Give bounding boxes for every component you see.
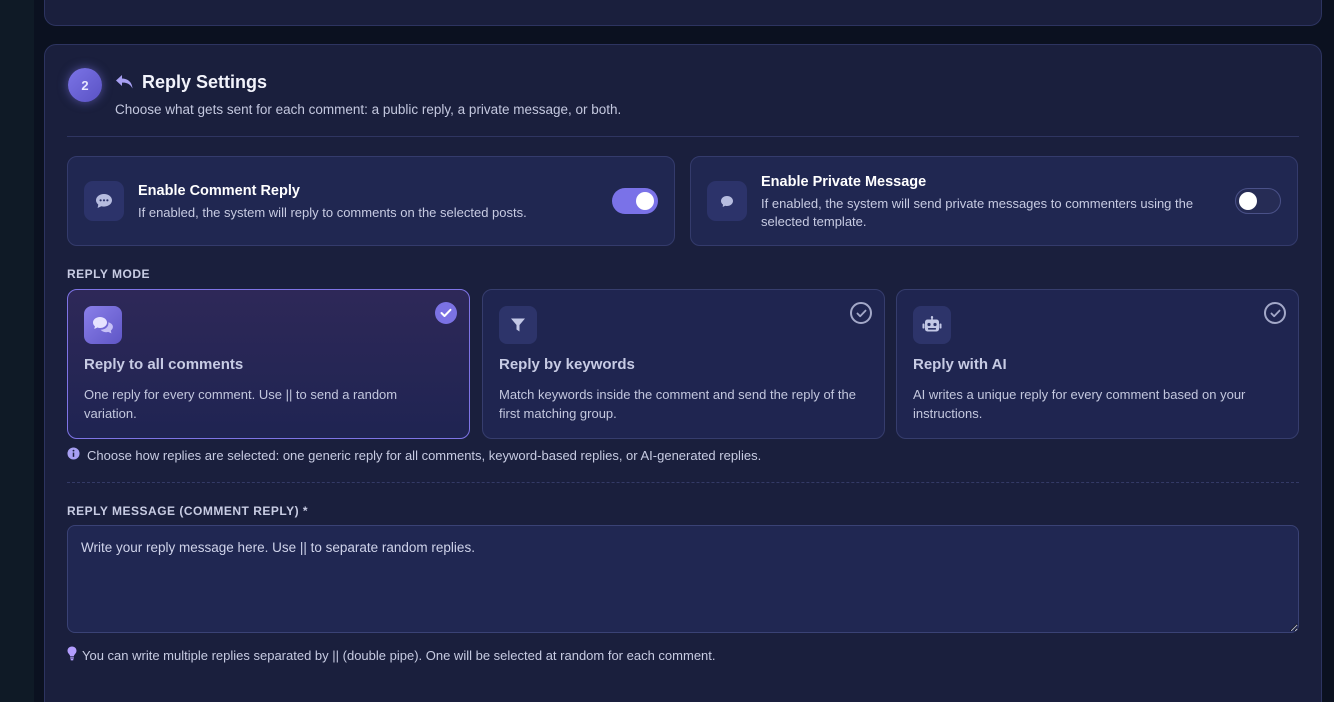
enable-comment-reply-card: Enable Comment Reply If enabled, the sys… <box>67 156 675 246</box>
section-title: Reply Settings <box>142 71 268 92</box>
mode-description: AI writes a unique reply for every comme… <box>913 387 1246 421</box>
mode-title: Reply with AI <box>913 356 1007 373</box>
reply-mode-keywords[interactable]: Reply by keywords Match keywords inside … <box>482 289 885 439</box>
reply-message-label: REPLY MESSAGE (COMMENT REPLY) * <box>67 504 309 518</box>
mode-description: Match keywords inside the comment and se… <box>499 387 856 421</box>
lightbulb-icon <box>67 646 77 664</box>
selected-check-icon <box>435 302 457 324</box>
comment-reply-toggle[interactable] <box>612 188 658 214</box>
hint-text: Choose how replies are selected: one gen… <box>87 447 762 463</box>
reply-message-textarea[interactable] <box>67 525 1299 633</box>
mode-title: Reply by keywords <box>499 356 635 373</box>
enable-private-message-card: Enable Private Message If enabled, the s… <box>690 156 1298 246</box>
mode-description: One reply for every comment. Use || to s… <box>84 387 398 421</box>
toggle-description: If enabled, the system will reply to com… <box>138 205 527 220</box>
reply-mode-hint: Choose how replies are selected: one gen… <box>67 447 761 463</box>
unselected-check-icon <box>850 302 872 324</box>
header-divider <box>67 136 1299 137</box>
toggle-title: Enable Private Message <box>761 174 927 190</box>
reply-message-hint: You can write multiple replies separated… <box>67 646 716 664</box>
reply-mode-all-comments[interactable]: Reply to all comments One reply for ever… <box>67 289 470 439</box>
mode-title: Reply to all comments <box>84 356 244 373</box>
unselected-check-icon <box>1264 302 1286 324</box>
previous-section-card <box>44 0 1322 26</box>
toggle-description: If enabled, the system will send private… <box>761 196 1194 229</box>
section-header: Reply Settings <box>115 71 267 93</box>
messenger-icon <box>707 181 747 221</box>
reply-mode-ai[interactable]: Reply with AI AI writes a unique reply f… <box>896 289 1299 439</box>
comments-icon <box>84 306 122 344</box>
step-number-badge: 2 <box>68 68 102 102</box>
reply-mode-label: REPLY MODE <box>67 267 151 281</box>
reply-settings-card: 2 Reply Settings Choose what gets sent f… <box>44 44 1322 702</box>
reply-arrow-icon <box>115 74 134 91</box>
info-circle-icon <box>67 447 80 463</box>
section-subtitle: Choose what gets sent for each comment: … <box>115 102 622 117</box>
robot-icon <box>913 306 951 344</box>
private-message-toggle[interactable] <box>1235 188 1281 214</box>
comment-dots-icon <box>84 181 124 221</box>
section-divider <box>67 482 1299 483</box>
filter-icon <box>499 306 537 344</box>
toggle-title: Enable Comment Reply <box>138 183 300 199</box>
left-sidebar-strip <box>0 0 34 702</box>
hint-text: You can write multiple replies separated… <box>82 647 716 663</box>
